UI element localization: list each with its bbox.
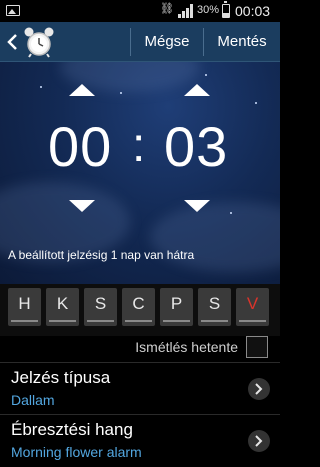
time-separator: :	[132, 119, 146, 172]
chevron-right-icon[interactable]	[248, 378, 270, 400]
hour-decrease-button[interactable]	[69, 200, 95, 212]
usb-icon: ⛓	[160, 3, 174, 15]
hour-value[interactable]: 00	[48, 114, 112, 179]
alarm-sound-title: Ébresztési hang	[11, 420, 133, 439]
action-bar: Mégse Mentés	[0, 22, 280, 62]
day-toggle-monday[interactable]: H	[8, 288, 41, 326]
save-button[interactable]: Mentés	[204, 22, 280, 62]
status-bar: ⛓ 30% 00:03	[0, 0, 280, 22]
hour-increase-button[interactable]	[69, 84, 95, 96]
chevron-right-icon[interactable]	[248, 430, 270, 452]
alert-type-value: Dallam	[11, 392, 55, 408]
back-icon[interactable]	[6, 33, 20, 51]
day-toggle-sunday[interactable]: V	[236, 288, 269, 326]
minute-increase-button[interactable]	[184, 84, 210, 96]
alarm-clock-icon	[24, 27, 54, 58]
image-notification-icon	[6, 5, 20, 16]
minute-decrease-button[interactable]	[184, 200, 210, 212]
day-toggle-tuesday[interactable]: K	[46, 288, 79, 326]
day-toggle-wednesday[interactable]: S	[84, 288, 117, 326]
alarm-sound-row[interactable]: Ébresztési hang Morning flower alarm	[0, 416, 280, 467]
day-toggle-friday[interactable]: P	[160, 288, 193, 326]
signal-icon	[178, 4, 193, 18]
day-toggle-thursday[interactable]: C	[122, 288, 155, 326]
alert-type-row[interactable]: Jelzés típusa Dallam	[0, 364, 280, 416]
alarm-sound-value: Morning flower alarm	[11, 444, 142, 460]
status-time: 00:03	[235, 3, 271, 19]
divider	[0, 362, 280, 363]
divider	[0, 414, 280, 415]
day-toggle-saturday[interactable]: S	[198, 288, 231, 326]
repeat-weekly-label: Ismétlés hetente	[135, 339, 238, 355]
cancel-button[interactable]: Mégse	[131, 22, 203, 62]
minute-value[interactable]: 03	[164, 114, 228, 179]
repeat-weekly-checkbox[interactable]	[246, 336, 268, 358]
time-picker: 00 : 03 A beállított jelzésig 1 nap van …	[0, 62, 280, 284]
repeat-weekly-row: Ismétlés hetente	[0, 336, 280, 360]
battery-percent: 30%	[197, 4, 220, 16]
battery-icon	[222, 1, 230, 18]
weekday-selector: H K S C P S V	[0, 284, 280, 336]
alert-type-title: Jelzés típusa	[11, 368, 111, 387]
time-remaining-text: A beállított jelzésig 1 nap van hátra	[8, 248, 195, 262]
